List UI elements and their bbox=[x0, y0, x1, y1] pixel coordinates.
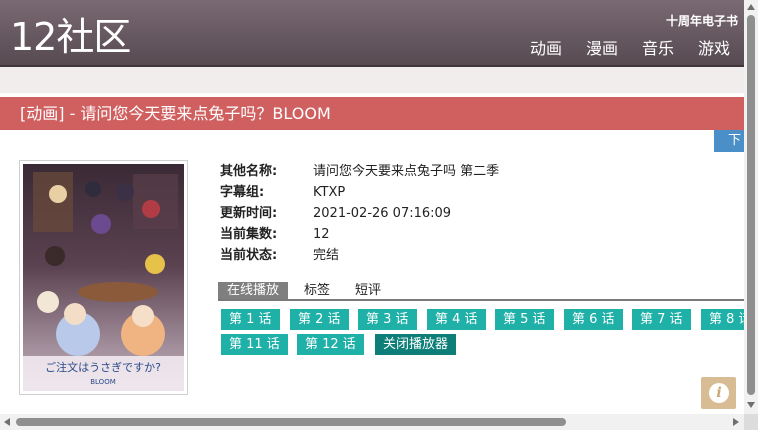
scroll-up-icon[interactable] bbox=[747, 4, 755, 10]
cover-image: ご注文はうさぎですか? BLOOM bbox=[19, 160, 188, 395]
tab-comments[interactable]: 短评 bbox=[355, 282, 381, 299]
close-player-button[interactable]: 关闭播放器 bbox=[375, 334, 457, 355]
info-value: 完结 bbox=[313, 248, 340, 263]
episode-button-7[interactable]: 第 7 话 bbox=[632, 309, 691, 330]
horizontal-scroll-thumb[interactable] bbox=[16, 418, 566, 426]
scroll-right-icon[interactable] bbox=[733, 418, 739, 426]
page: 12社区 十周年电子书 动画 漫画 音乐 游戏 [动画] - 请问您今天要来点兔… bbox=[0, 0, 758, 430]
episode-button-11[interactable]: 第 11 话 bbox=[221, 334, 288, 355]
episode-button-2[interactable]: 第 2 话 bbox=[290, 309, 349, 330]
episode-button-4[interactable]: 第 4 话 bbox=[427, 309, 486, 330]
nav-item-games[interactable]: 游戏 bbox=[698, 38, 730, 60]
episode-button-8[interactable]: 第 8 话 bbox=[701, 309, 744, 330]
anniversary-ebook-link[interactable]: 十周年电子书 bbox=[666, 12, 738, 29]
info-label: 字幕组: bbox=[220, 185, 265, 200]
info-value: 12 bbox=[313, 227, 330, 242]
info-label: 当前集数: bbox=[220, 227, 278, 242]
info-label: 更新时间: bbox=[220, 206, 278, 221]
info-label: 当前状态: bbox=[220, 248, 278, 263]
nav-item-anime[interactable]: 动画 bbox=[530, 38, 562, 60]
nav-item-manga[interactable]: 漫画 bbox=[586, 38, 618, 60]
vertical-scroll-thumb[interactable] bbox=[747, 15, 755, 395]
info-value: KTXP bbox=[313, 185, 346, 200]
site-logo[interactable]: 12社区 bbox=[10, 14, 131, 60]
info-value: 请问您今天要来点兔子吗 第二季 bbox=[313, 164, 500, 179]
episode-button-12[interactable]: 第 12 话 bbox=[297, 334, 364, 355]
vertical-scrollbar[interactable] bbox=[744, 0, 758, 414]
download-button[interactable]: 下 bbox=[714, 130, 744, 152]
header-band bbox=[0, 67, 744, 93]
episode-button-3[interactable]: 第 3 话 bbox=[358, 309, 417, 330]
info-icon: i bbox=[709, 383, 729, 403]
horizontal-scrollbar[interactable] bbox=[0, 414, 744, 430]
episode-button-6[interactable]: 第 6 话 bbox=[564, 309, 623, 330]
info-button[interactable]: i bbox=[701, 377, 736, 409]
tab-online-play[interactable]: 在线播放 bbox=[218, 282, 289, 299]
info-label: 其他名称: bbox=[220, 164, 278, 179]
scrollbar-corner bbox=[744, 414, 758, 430]
scroll-down-icon[interactable] bbox=[747, 402, 755, 408]
episode-button-5[interactable]: 第 5 话 bbox=[495, 309, 554, 330]
episode-button-1[interactable]: 第 1 话 bbox=[221, 309, 280, 330]
main-nav: 动画 漫画 音乐 游戏 bbox=[530, 38, 730, 60]
nav-item-music[interactable]: 音乐 bbox=[642, 38, 674, 60]
tab-tags[interactable]: 标签 bbox=[304, 282, 330, 299]
cover-sub-text: BLOOM bbox=[90, 378, 116, 386]
content-tabs: 在线播放 标签 短评 bbox=[218, 282, 744, 301]
info-value: 2021-02-26 07:16:09 bbox=[313, 206, 452, 221]
site-header: 12社区 十周年电子书 动画 漫画 音乐 游戏 bbox=[0, 0, 744, 67]
cover-logo-text: ご注文はうさぎですか? bbox=[45, 360, 161, 374]
cover-artwork: ご注文はうさぎですか? BLOOM bbox=[23, 164, 184, 391]
page-title: [动画] - 请问您今天要来点兔子吗？BLOOM bbox=[0, 97, 744, 130]
scroll-left-icon[interactable] bbox=[4, 418, 10, 426]
